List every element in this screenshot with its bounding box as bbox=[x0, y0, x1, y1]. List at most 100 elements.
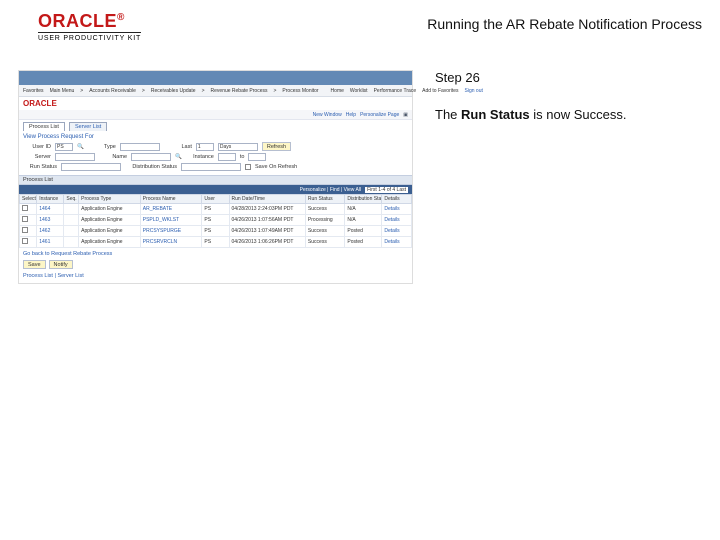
section-view-request: View Process Request For bbox=[19, 131, 412, 141]
cell-instance[interactable]: 1463 bbox=[37, 215, 64, 226]
cell-pname[interactable]: PRCSRVRCLN bbox=[140, 237, 202, 248]
cell-ptype: Application Engine bbox=[79, 215, 141, 226]
cell-user: PS bbox=[202, 215, 229, 226]
col-select[interactable]: Select bbox=[20, 195, 37, 204]
cell-dstatus: Posted bbox=[345, 226, 382, 237]
cell-rstatus: Success bbox=[305, 204, 344, 215]
nav-worklist[interactable]: Worklist bbox=[350, 88, 368, 94]
col-details[interactable]: Details bbox=[382, 195, 412, 204]
col-dstatus[interactable]: Distribution Status bbox=[345, 195, 382, 204]
cell-pname[interactable]: PSPLD_WKLST bbox=[140, 215, 202, 226]
label-name: Name bbox=[99, 154, 127, 160]
lookup-icon[interactable]: 🔍 bbox=[175, 154, 182, 160]
notify-button[interactable]: Notify bbox=[49, 260, 73, 269]
link-personalize[interactable]: Personalize Page bbox=[360, 112, 399, 118]
nav-home[interactable]: Home bbox=[331, 88, 344, 94]
process-grid: Select Instance Seq. Process Type Proces… bbox=[19, 194, 412, 248]
cell-seq bbox=[64, 204, 79, 215]
cell-date: 04/26/2013 1:07:56AM PDT bbox=[229, 215, 305, 226]
save-button[interactable]: Save bbox=[23, 260, 46, 269]
cell-select[interactable] bbox=[20, 226, 37, 237]
label-save-on-refresh: Save On Refresh bbox=[255, 164, 297, 170]
crumb-rrp[interactable]: Revenue Rebate Process bbox=[211, 88, 268, 94]
step-description: The Run Status is now Success. bbox=[435, 107, 702, 122]
cell-select[interactable] bbox=[20, 237, 37, 248]
col-pname[interactable]: Process Name bbox=[140, 195, 202, 204]
col-user[interactable]: User bbox=[202, 195, 229, 204]
cell-details[interactable]: Details bbox=[382, 204, 412, 215]
cell-rstatus: Success bbox=[305, 226, 344, 237]
col-rundate[interactable]: Run Date/Time bbox=[229, 195, 305, 204]
cell-details[interactable]: Details bbox=[382, 237, 412, 248]
select-dist-status[interactable] bbox=[181, 163, 241, 171]
nav-signout[interactable]: Sign out bbox=[465, 88, 483, 94]
tab-server-list[interactable]: Server List bbox=[69, 122, 107, 131]
col-ptype[interactable]: Process Type bbox=[79, 195, 141, 204]
select-server[interactable] bbox=[55, 153, 95, 161]
cell-select[interactable] bbox=[20, 204, 37, 215]
label-dist-status: Distribution Status bbox=[125, 164, 177, 170]
label-run-status: Run Status bbox=[23, 164, 57, 170]
col-rstatus[interactable]: Run Status bbox=[305, 195, 344, 204]
page-title: Running the AR Rebate Notification Proce… bbox=[427, 12, 702, 32]
tab-process-list[interactable]: Process List bbox=[23, 122, 65, 131]
cell-ptype: Application Engine bbox=[79, 226, 141, 237]
nav-favorites[interactable]: Favorites bbox=[23, 88, 44, 94]
select-run-status[interactable] bbox=[61, 163, 121, 171]
grid-pager[interactable]: First 1-4 of 4 Last bbox=[365, 187, 408, 193]
cell-seq bbox=[64, 215, 79, 226]
breadcrumb: Favorites Main Menu > Accounts Receivabl… bbox=[19, 85, 412, 97]
link-go-back[interactable]: Go back to Request Rebate Process bbox=[19, 248, 412, 258]
cell-details[interactable]: Details bbox=[382, 226, 412, 237]
http-icon: ▣ bbox=[403, 112, 408, 118]
app-screenshot: Favorites Main Menu > Accounts Receivabl… bbox=[18, 70, 413, 284]
checkbox-save-on-refresh[interactable] bbox=[245, 164, 251, 170]
crumb-ar[interactable]: Accounts Receivable bbox=[89, 88, 136, 94]
nav-perf[interactable]: Performance Trace bbox=[374, 88, 417, 94]
logo-subtitle: USER PRODUCTIVITY KIT bbox=[38, 32, 141, 42]
nav-addfav[interactable]: Add to Favorites bbox=[422, 88, 458, 94]
cell-date: 04/26/2013 1:06:26PM PDT bbox=[229, 237, 305, 248]
input-instance-to[interactable] bbox=[248, 153, 266, 161]
oracle-logo: ORACLE® USER PRODUCTIVITY KIT bbox=[38, 12, 141, 42]
crumb-pm[interactable]: Process Monitor bbox=[282, 88, 318, 94]
refresh-button[interactable]: Refresh bbox=[262, 142, 291, 151]
cell-instance[interactable]: 1461 bbox=[37, 237, 64, 248]
oracle-logo-text: ORACLE bbox=[38, 11, 117, 31]
crumb-ru[interactable]: Receivables Update bbox=[151, 88, 196, 94]
input-user-id[interactable]: PS bbox=[55, 143, 73, 151]
input-last[interactable]: 1 bbox=[196, 143, 214, 151]
cell-date: 04/26/2013 1:07:49AM PDT bbox=[229, 226, 305, 237]
cell-pname[interactable]: PRCSYSPURGE bbox=[140, 226, 202, 237]
col-instance[interactable]: Instance bbox=[37, 195, 64, 204]
table-row: 1463 Application EnginePSPLD_WKLSTPS04/26… bbox=[20, 215, 412, 226]
cell-user: PS bbox=[202, 237, 229, 248]
select-type[interactable] bbox=[120, 143, 160, 151]
nav-main-menu[interactable]: Main Menu bbox=[50, 88, 75, 94]
cell-instance[interactable]: 1462 bbox=[37, 226, 64, 237]
table-row: 1461Application EnginePRCSRVRCLNPS04/26/… bbox=[20, 237, 412, 248]
label-server: Server bbox=[23, 154, 51, 160]
label-to: to bbox=[240, 154, 245, 160]
cell-dstatus: N/A bbox=[345, 204, 382, 215]
cell-dstatus: Posted bbox=[345, 237, 382, 248]
cell-seq bbox=[64, 226, 79, 237]
link-help[interactable]: Help bbox=[346, 112, 356, 118]
table-row: 1464Application EngineAR_REBATEPS04/28/2… bbox=[20, 204, 412, 215]
cell-select[interactable] bbox=[20, 215, 37, 226]
cell-pname[interactable]: AR_REBATE bbox=[140, 204, 202, 215]
select-unit[interactable]: Days bbox=[218, 143, 258, 151]
lookup-icon[interactable]: 🔍 bbox=[77, 144, 84, 150]
input-instance-from[interactable] bbox=[218, 153, 236, 161]
cell-seq bbox=[64, 237, 79, 248]
cell-details[interactable]: Details bbox=[382, 215, 412, 226]
link-new-window[interactable]: New Window bbox=[313, 112, 342, 118]
label-last: Last bbox=[164, 144, 192, 150]
grid-toolbar[interactable]: Personalize | Find | View All bbox=[300, 187, 361, 193]
input-name[interactable] bbox=[131, 153, 171, 161]
grid-title: Process List bbox=[23, 177, 53, 183]
bottom-tab-links[interactable]: Process List | Server List bbox=[19, 273, 412, 283]
col-seq[interactable]: Seq. bbox=[64, 195, 79, 204]
cell-instance[interactable]: 1464 bbox=[37, 204, 64, 215]
cell-user: PS bbox=[202, 226, 229, 237]
